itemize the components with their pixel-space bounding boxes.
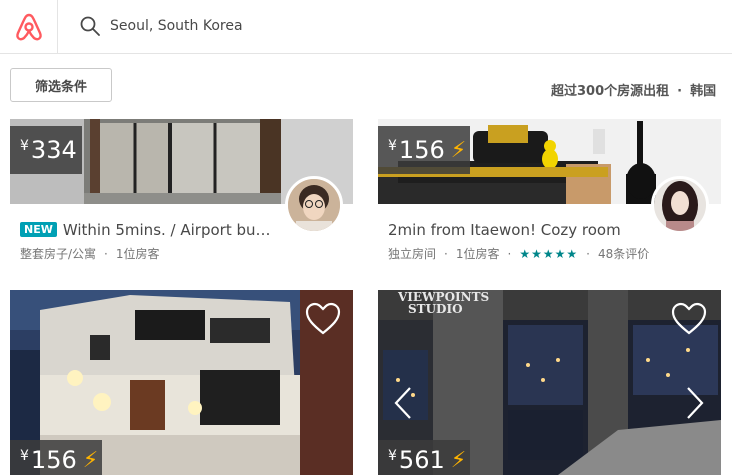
listing-meta: 整套房子/公寓 · 1位房客 (20, 245, 160, 262)
listing-title[interactable]: 2min from Itaewon! Cozy room (388, 221, 648, 239)
price-tag: ¥ 561 ⚡ (378, 440, 470, 475)
separator-dot: · (586, 247, 590, 261)
price-amount: 561 (398, 446, 445, 474)
results-count-text: 超过300个房源出租 (551, 84, 670, 99)
currency-symbol: ¥ (20, 138, 29, 154)
host-avatar[interactable] (285, 176, 343, 234)
separator-dot: · (104, 247, 108, 261)
guest-count: 1位房客 (115, 247, 160, 261)
search-input[interactable]: Seoul, South Korea (110, 18, 243, 34)
search-icon (80, 16, 100, 36)
host-avatar[interactable] (651, 176, 709, 234)
listing-title-text: 2min from Itaewon! Cozy room (388, 221, 621, 239)
listing-meta: 独立房间 · 1位房客 · ★★★★★ · 48条评价 (388, 245, 649, 262)
listing-title[interactable]: NEW Within 5mins. / Airport bu… (20, 221, 275, 239)
instant-book-icon: ⚡ (82, 447, 99, 473)
new-badge: NEW (20, 222, 57, 237)
price-amount: 156 (398, 136, 445, 164)
filters-button[interactable]: 筛选条件 (10, 68, 112, 102)
search-bar[interactable]: Seoul, South Korea (80, 14, 243, 38)
heart-icon[interactable] (671, 302, 707, 336)
top-navigation-bar: Seoul, South Korea (0, 0, 732, 54)
currency-symbol: ¥ (20, 448, 29, 464)
guest-count: 1位房客 (455, 247, 500, 261)
currency-symbol: ¥ (388, 448, 397, 464)
results-summary: 超过300个房源出租 · 韩国 (551, 80, 716, 99)
instant-book-icon: ⚡ (450, 447, 467, 473)
instant-book-icon: ⚡ (450, 137, 467, 163)
filter-bar: 筛选条件 超过300个房源出租 · 韩国 (0, 54, 732, 118)
separator-dot: · (444, 247, 448, 261)
rating-stars: ★★★★★ (519, 247, 579, 261)
listing-photo-4[interactable]: VIEWPOINTS STUDIO ¥ 561 ⚡ (378, 290, 721, 475)
location-breadcrumb[interactable]: 韩国 (690, 84, 716, 99)
heart-icon[interactable] (305, 302, 341, 336)
watermark: VIEWPOINTS STUDIO (386, 291, 489, 315)
price-tag: ¥ 334 (10, 126, 82, 174)
price-tag: ¥ 156 ⚡ (378, 126, 470, 174)
price-tag: ¥ 156 ⚡ (10, 440, 102, 475)
chevron-left-icon[interactable] (392, 386, 414, 420)
listing-photo-3[interactable]: ¥ 156 ⚡ (10, 290, 353, 475)
currency-symbol: ¥ (388, 138, 397, 154)
chevron-right-icon[interactable] (684, 386, 706, 420)
airbnb-logo-icon[interactable] (0, 0, 58, 53)
separator-dot: · (677, 84, 683, 99)
price-amount: 334 (30, 136, 77, 164)
room-type: 独立房间 (388, 247, 437, 261)
room-type: 整套房子/公寓 (20, 247, 97, 261)
separator-dot: · (507, 247, 512, 261)
price-amount: 156 (30, 446, 77, 474)
watermark-line: STUDIO (408, 302, 463, 316)
listing-title-text: Within 5mins. / Airport bu… (62, 221, 271, 239)
review-count: 48条评价 (597, 247, 650, 261)
